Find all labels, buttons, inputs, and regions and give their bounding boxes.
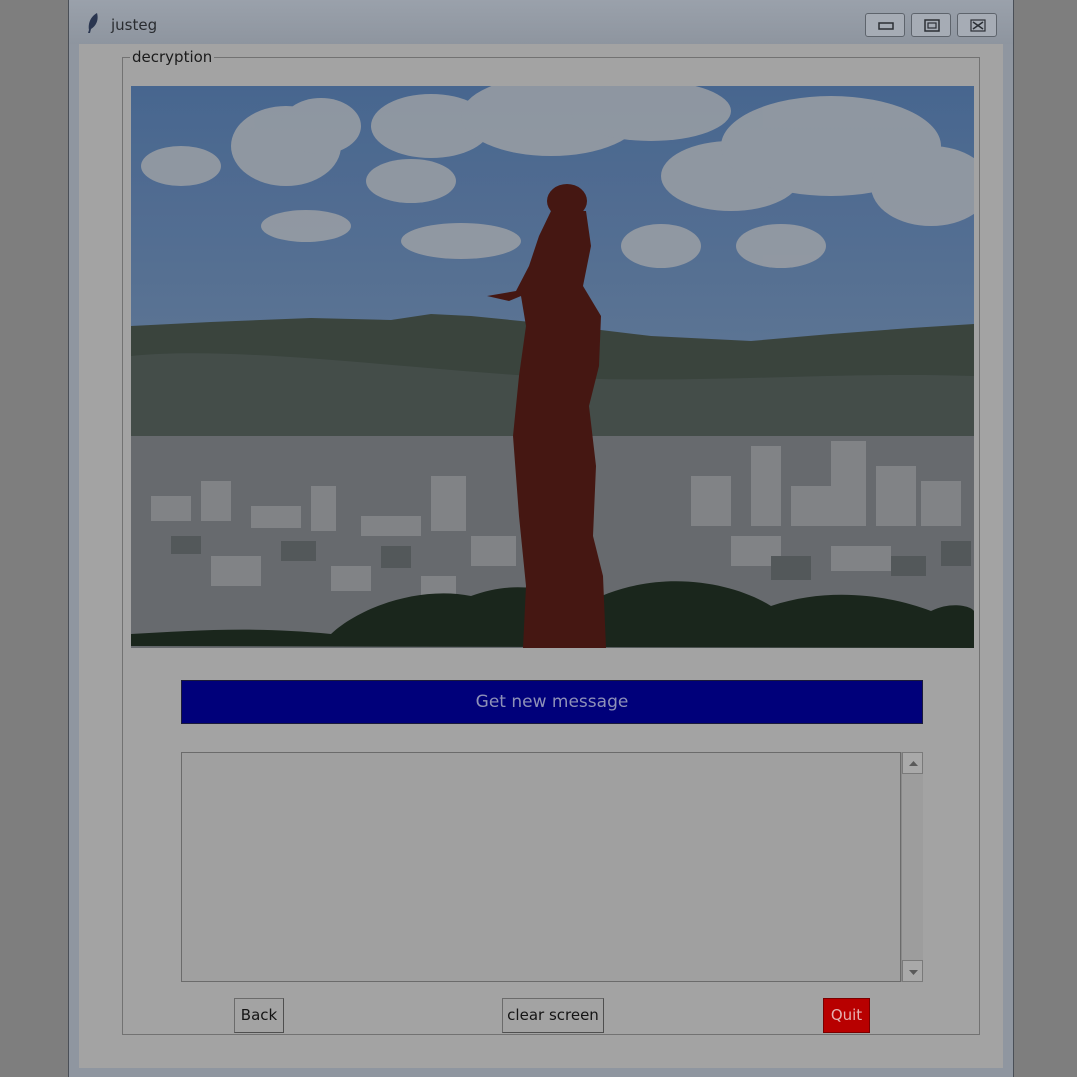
group-label: decryption [130, 48, 215, 66]
app-window: justeg decryption Get new message Back c… [68, 0, 1014, 1077]
get-new-message-button[interactable]: Get new message [181, 680, 923, 724]
feather-icon [88, 13, 98, 33]
back-button[interactable]: Back [234, 998, 284, 1033]
minimize-icon [878, 22, 894, 30]
close-icon [970, 19, 986, 32]
message-textarea[interactable] [181, 752, 901, 982]
window-client-area: decryption Get new message Back clear sc… [79, 44, 1003, 1068]
title-bar[interactable]: justeg [69, 0, 1013, 44]
clear-screen-button[interactable]: clear screen [502, 998, 604, 1033]
scroll-up-arrow-icon [909, 761, 918, 766]
photo-illustration [131, 86, 974, 648]
maximize-button[interactable] [911, 13, 951, 37]
close-button[interactable] [957, 13, 997, 37]
photo-image [131, 86, 974, 648]
quit-button[interactable]: Quit [823, 998, 870, 1033]
minimize-button[interactable] [865, 13, 905, 37]
scroll-up-button[interactable] [902, 752, 923, 774]
scroll-down-button[interactable] [902, 960, 923, 982]
vertical-scrollbar[interactable] [901, 752, 923, 982]
window-title: justeg [111, 16, 158, 34]
scroll-down-arrow-icon [909, 970, 918, 975]
maximize-icon [924, 19, 940, 32]
